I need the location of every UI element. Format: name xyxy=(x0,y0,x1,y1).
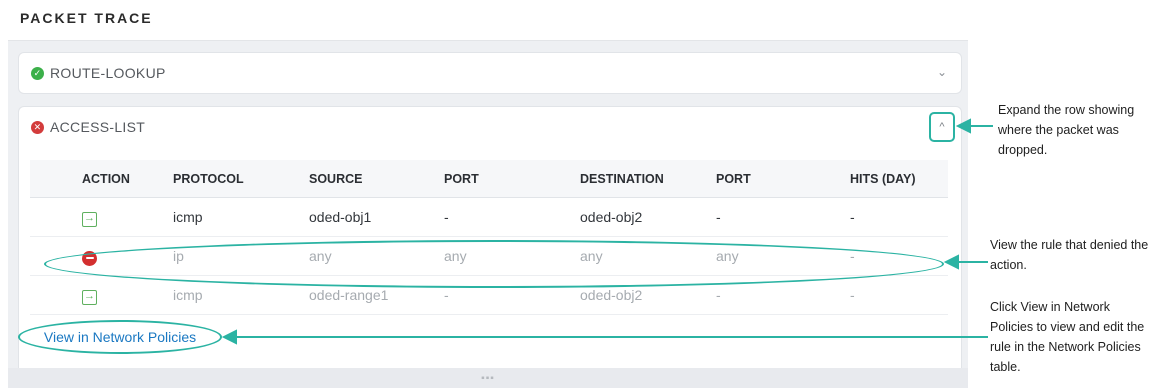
callout-expand: Expand the row showing where the packet … xyxy=(998,103,1135,157)
annotation-arrows xyxy=(221,118,993,345)
arrow-view-head xyxy=(221,329,237,345)
callout-view: Click View in Network Policies to view a… xyxy=(990,300,1145,374)
arrow-expand-head xyxy=(955,118,971,134)
callout-rule: View the rule that denied the action. xyxy=(990,238,1149,272)
arrow-rule-head xyxy=(943,254,959,270)
